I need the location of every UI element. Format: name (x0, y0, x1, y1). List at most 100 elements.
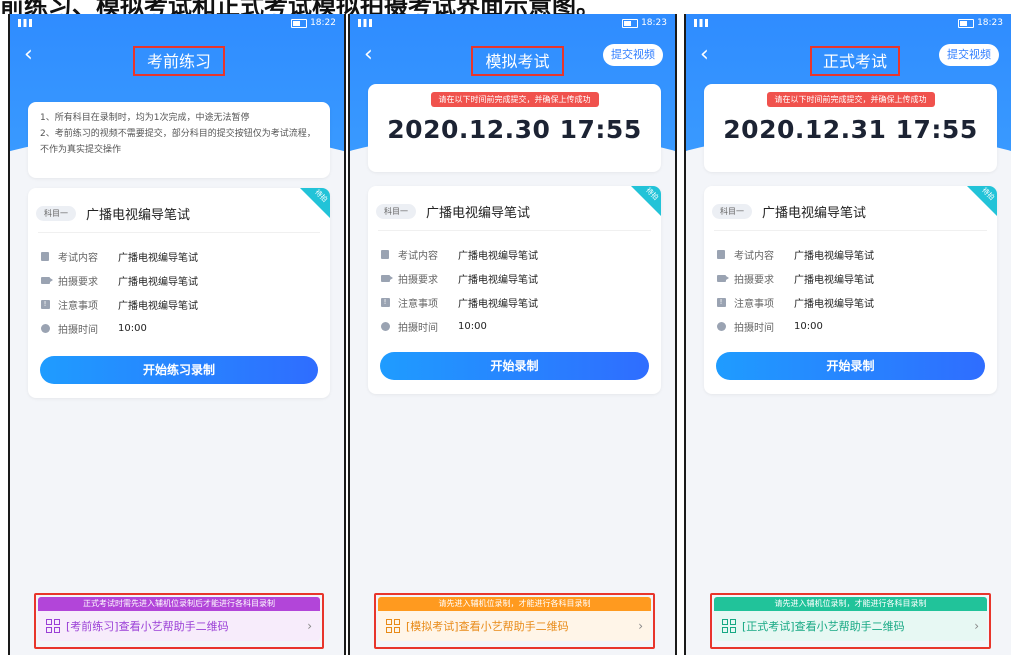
info-row: 考试内容 广播电视编导笔试 (40, 244, 320, 268)
info-row: 拍摄时间 10:00 (40, 316, 320, 340)
qr-code-icon (46, 619, 60, 633)
info-value: 广播电视编导笔试 (794, 274, 874, 286)
info-value: 10:00 (458, 320, 487, 332)
deadline-card: 请在以下时间前完成提交，并确保上传成功 2020.12.31 17:55 (704, 84, 997, 172)
subject-name: 广播电视编导笔试 (426, 206, 531, 221)
subject-name: 广播电视编导笔试 (762, 206, 867, 221)
chevron-right-icon: › (974, 619, 979, 633)
divider (378, 230, 651, 231)
submit-video-button[interactable]: 提交视频 (939, 44, 999, 66)
info-value: 广播电视编导笔试 (794, 250, 874, 262)
status-time: 18:22 (310, 18, 336, 28)
page-title: 模拟考试 (471, 46, 564, 76)
qr-code-icon (722, 619, 736, 633)
helper-banner: 请先进入辅机位录制，才能进行各科目录制 (378, 597, 651, 611)
info-value: 广播电视编导笔试 (794, 298, 874, 310)
submit-video-button[interactable]: 提交视频 (603, 44, 663, 66)
chevron-right-icon: › (638, 619, 643, 633)
notice-line: 2、考前练习的视频不需要提交，部分科目的提交按钮仅为考试流程，不作为真实提交操作 (40, 129, 316, 155)
deadline-time: 2020.12.30 17:55 (387, 115, 642, 144)
clock-icon (40, 323, 50, 333)
info-label: 拍摄要求 (398, 274, 438, 286)
helper-banner: 请先进入辅机位录制，才能进行各科目录制 (714, 597, 987, 611)
start-recording-button[interactable]: 开始录制 (380, 352, 649, 380)
start-recording-button[interactable]: 开始录制 (716, 352, 985, 380)
info-value: 10:00 (118, 322, 147, 334)
divider (714, 230, 987, 231)
info-list: 考试内容 广播电视编导笔试 拍摄要求 广播电视编导笔试 ! 注意事项 广播电视编导笔试 … (716, 242, 987, 338)
info-value: 广播电视编导笔试 (458, 250, 538, 262)
status-time: 18:23 (977, 18, 1003, 28)
notice-icon: ! (716, 297, 726, 307)
info-label: 拍摄时间 (734, 322, 774, 334)
info-row: 拍摄时间 10:00 (380, 314, 651, 338)
helper-qr-label: [模拟考试]查看小艺帮助手二维码 (406, 620, 569, 633)
back-arrow-icon[interactable]: ‹ (24, 42, 33, 67)
info-row: ! 注意事项 广播电视编导笔试 (40, 292, 320, 316)
qr-code-icon (386, 619, 400, 633)
info-value: 广播电视编导笔试 (458, 298, 538, 310)
deadline-card: 请在以下时间前完成提交，并确保上传成功 2020.12.30 17:55 (368, 84, 661, 172)
subject-pill: 科目一 (36, 206, 76, 221)
info-label: 考试内容 (398, 250, 438, 262)
info-label: 拍摄要求 (58, 276, 98, 288)
info-label: 考试内容 (58, 252, 98, 264)
helper-banner: 正式考试时需先进入辅机位录制后才能进行各科目录制 (38, 597, 320, 611)
info-list: 考试内容 广播电视编导笔试 拍摄要求 广播电视编导笔试 ! 注意事项 广播电视编导笔试 … (40, 244, 320, 340)
chevron-right-icon: › (307, 619, 312, 633)
info-row: 拍摄时间 10:00 (716, 314, 987, 338)
helper-qr-link[interactable]: [考前练习]查看小艺帮助手二维码 › (38, 611, 320, 641)
helper-qr-link[interactable]: [正式考试]查看小艺帮助手二维码 › (714, 611, 987, 641)
info-row: 考试内容 广播电视编导笔试 (380, 242, 651, 266)
camera-icon (716, 273, 729, 283)
status-bar: 18:22 (10, 14, 344, 32)
status-bar: 18:23 (686, 14, 1011, 32)
signal-icon (694, 19, 708, 27)
signal-icon (18, 19, 32, 27)
document-icon (380, 249, 390, 259)
subject-card: 待拍 科目一 广播电视编导笔试 考试内容 广播电视编导笔试 拍摄要求 广播电视编导笔… (704, 186, 997, 394)
signal-icon (358, 19, 372, 27)
divider (38, 232, 320, 233)
back-arrow-icon[interactable]: ‹ (364, 42, 373, 67)
start-recording-button[interactable]: 开始练习录制 (40, 356, 318, 384)
document-caption: 前练习、模拟考试和正式考试模拟拍摄考试界面示意图。 (0, 0, 600, 14)
notice-line: 1、所有科目在录制时，均为1次完成，中途无法暂停 (40, 113, 250, 123)
deadline-tag: 请在以下时间前完成提交，并确保上传成功 (430, 92, 599, 107)
subject-pill: 科目一 (376, 204, 416, 219)
info-value: 10:00 (794, 320, 823, 332)
info-label: 注意事项 (734, 298, 774, 310)
helper-qr-label: [考前练习]查看小艺帮助手二维码 (66, 620, 229, 633)
subject-name: 广播电视编导笔试 (86, 208, 191, 223)
deadline-time: 2020.12.31 17:55 (723, 115, 978, 144)
phone-screen-mock-exam: 18:23 ‹ 模拟考试 提交视频 请在以下时间前完成提交，并确保上传成功 20… (348, 14, 677, 655)
clock-icon (716, 321, 726, 331)
phone-screen-formal-exam: 18:23 ‹ 正式考试 提交视频 请在以下时间前完成提交，并确保上传成功 20… (684, 14, 1011, 655)
subject-card: 待拍 科目一 广播电视编导笔试 考试内容 广播电视编导笔试 拍摄要求 广播电视编导笔… (28, 188, 330, 398)
battery-icon (958, 18, 975, 28)
info-value: 广播电视编导笔试 (118, 252, 198, 264)
info-row: 拍摄要求 广播电视编导笔试 (40, 268, 320, 292)
battery-icon (291, 18, 308, 28)
info-label: 注意事项 (58, 300, 98, 312)
helper-qr-label: [正式考试]查看小艺帮助手二维码 (742, 620, 905, 633)
page-title: 考前练习 (133, 46, 225, 76)
document-icon (716, 249, 726, 259)
info-row: 考试内容 广播电视编导笔试 (716, 242, 987, 266)
info-label: 拍摄要求 (734, 274, 774, 286)
info-value: 广播电视编导笔试 (118, 276, 198, 288)
info-label: 拍摄时间 (58, 324, 98, 336)
subject-pill: 科目一 (712, 204, 752, 219)
info-list: 考试内容 广播电视编导笔试 拍摄要求 广播电视编导笔试 ! 注意事项 广播电视编导笔试 … (380, 242, 651, 338)
camera-icon (380, 273, 393, 283)
document-icon (40, 251, 50, 261)
info-value: 广播电视编导笔试 (118, 300, 198, 312)
helper-highlight-box: 请先进入辅机位录制，才能进行各科目录制 [模拟考试]查看小艺帮助手二维码 › (374, 593, 655, 649)
helper-qr-link[interactable]: [模拟考试]查看小艺帮助手二维码 › (378, 611, 651, 641)
status-bar: 18:23 (350, 14, 675, 32)
info-row: 拍摄要求 广播电视编导笔试 (380, 266, 651, 290)
phone-screen-practice: 18:22 ‹ 考前练习 1、所有科目在录制时，均为1次完成，中途无法暂停 2、… (8, 14, 346, 655)
battery-icon (622, 18, 639, 28)
notice-icon: ! (40, 299, 50, 309)
back-arrow-icon[interactable]: ‹ (700, 42, 709, 67)
